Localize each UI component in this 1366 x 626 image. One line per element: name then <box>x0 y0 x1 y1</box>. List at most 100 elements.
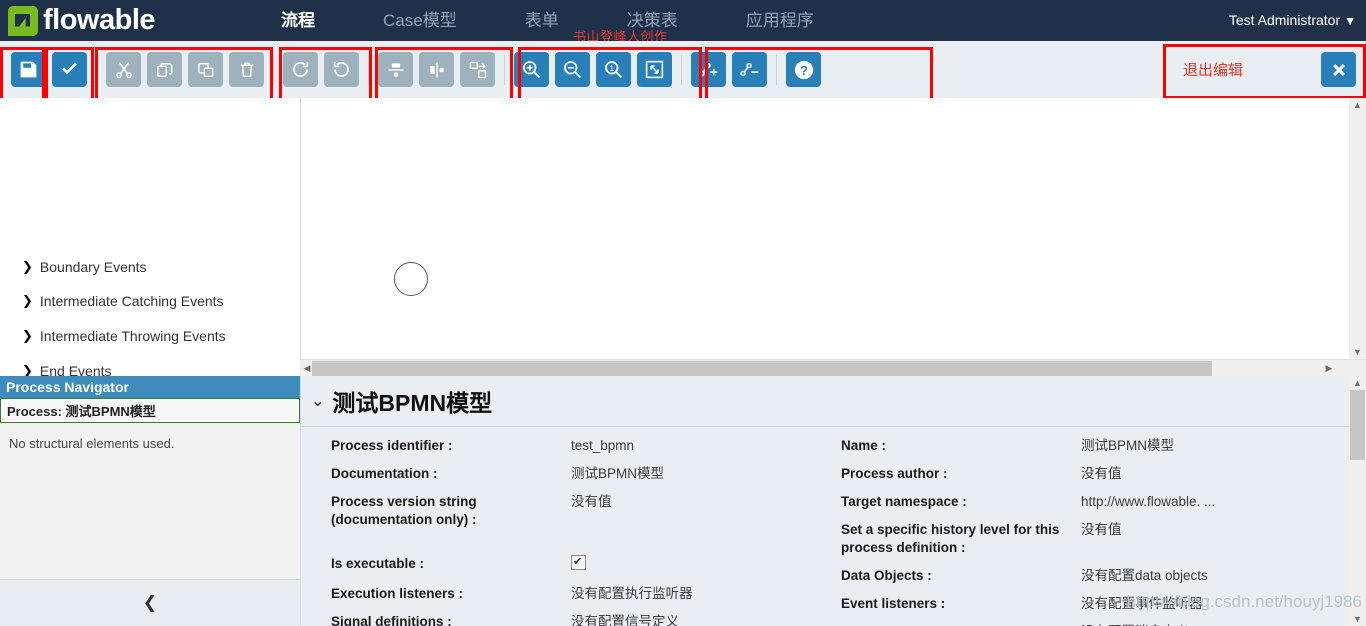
properties-scrollbar[interactable]: ▲ ▼ <box>1349 376 1366 626</box>
property-value[interactable]: test_bpmn <box>571 437 634 455</box>
zoom-actual-button[interactable]: 1 <box>596 52 631 87</box>
cut-button[interactable] <box>106 52 141 87</box>
canvas-horizontal-scroll-thumb[interactable] <box>312 361 1212 376</box>
toolbar-divider <box>368 54 369 85</box>
property-value[interactable]: 没有值 <box>1081 521 1122 557</box>
toolbar-group-zoom: 1 <box>511 52 675 87</box>
property-row: Process identifier : test_bpmn <box>331 437 811 455</box>
property-value[interactable]: 没有值 <box>571 493 612 529</box>
canvas-scroll-right-arrow-icon[interactable]: ▶ <box>1323 360 1335 377</box>
zoom-fit-button[interactable] <box>637 52 672 87</box>
user-name-label: Test Administrator <box>1228 12 1341 28</box>
property-row: Is executable : <box>331 553 811 575</box>
chevron-right-icon: ❯ <box>22 259 33 274</box>
toolbar-divider <box>273 54 274 85</box>
property-label: Target namespace : <box>841 494 967 509</box>
property-label: Process identifier : <box>331 438 453 453</box>
copy-button[interactable] <box>147 52 182 87</box>
close-x-icon <box>1332 63 1345 76</box>
properties-panel: ⌄ 测试BPMN模型 Process identifier : test_bpm… <box>300 376 1366 626</box>
palette-item-end-events[interactable]: ❯ End Events <box>22 363 112 376</box>
validate-model-button[interactable] <box>52 52 87 87</box>
help-button[interactable]: ? <box>786 52 821 87</box>
remove-bendpoint-button[interactable] <box>732 52 767 87</box>
main-nav-items: 流程 Case模型 表单 决策表 应用程序 <box>247 0 848 48</box>
zoom-in-button[interactable] <box>514 52 549 87</box>
align-vertical-button[interactable] <box>378 52 413 87</box>
svg-text:1: 1 <box>610 64 614 73</box>
toolbar-group-align <box>375 52 498 87</box>
properties-header[interactable]: ⌄ 测试BPMN模型 <box>301 376 1366 427</box>
toolbar-group-clipboard <box>103 52 267 87</box>
palette-item-intermediate-catching-events[interactable]: ❯ Intermediate Catching Events <box>22 293 224 309</box>
property-value[interactable]: http://www.flowable. ... <box>1081 493 1215 511</box>
property-label: Process author : <box>841 466 948 481</box>
same-size-button[interactable] <box>460 52 495 87</box>
palette-item-boundary-events[interactable]: ❯ Boundary Events <box>22 259 147 275</box>
property-label: Process version string (documentation on… <box>331 494 477 527</box>
zoom-out-button[interactable] <box>555 52 590 87</box>
close-editor-button[interactable] <box>1321 52 1356 87</box>
user-menu[interactable]: Test Administrator ▼ <box>1229 0 1356 42</box>
property-value[interactable]: 没有值 <box>1081 465 1122 483</box>
flowable-logo[interactable]: flowable <box>8 4 156 37</box>
toolbar-divider <box>681 54 682 85</box>
toolbar-divider <box>776 54 777 85</box>
navigator-process-row[interactable]: Process: 测试BPMN模型 <box>0 398 300 423</box>
toolbar-divider <box>504 54 505 85</box>
properties-scroll-thumb[interactable] <box>1350 390 1365 460</box>
paste-button[interactable] <box>188 52 223 87</box>
undo-button[interactable] <box>324 52 359 87</box>
collapse-panel-button[interactable]: ❮ <box>0 579 300 626</box>
property-value[interactable]: 没有配置data objects <box>1081 567 1208 585</box>
toolbar-group-bendpoint: ? <box>688 52 824 87</box>
property-value[interactable]: 没有配置执行监听器 <box>571 585 693 603</box>
exit-edit-area: 退出编辑 <box>1161 41 1366 98</box>
nav-item-processes[interactable]: 流程 <box>247 0 349 48</box>
canvas-vertical-scrollbar[interactable]: ▲ ▼ <box>1349 98 1366 359</box>
top-navigation-bar: flowable 流程 Case模型 表单 决策表 应用程序 Test Admi… <box>0 0 1366 48</box>
property-row: Execution listeners : 没有配置执行监听器 <box>331 585 811 603</box>
property-value[interactable]: 测试BPMN模型 <box>571 465 664 483</box>
bpmn-canvas[interactable] <box>300 98 1366 376</box>
properties-scroll-down-arrow-icon[interactable]: ▼ <box>1349 612 1366 626</box>
properties-scroll-up-arrow-icon[interactable]: ▲ <box>1349 376 1366 390</box>
nav-item-apps[interactable]: 应用程序 <box>712 0 848 41</box>
property-row: Name : 测试BPMN模型 <box>841 437 1321 455</box>
property-label: Set a specific history level for this pr… <box>841 522 1060 555</box>
palette-item-label: Boundary Events <box>39 259 147 275</box>
exit-edit-label: 退出编辑 <box>1183 62 1244 79</box>
toolbar-group-model <box>8 52 90 87</box>
property-label: Is executable : <box>331 556 425 571</box>
property-value[interactable]: 测试BPMN模型 <box>1081 437 1174 455</box>
chevron-down-icon: ⌄ <box>311 393 325 410</box>
chevron-right-icon: ❯ <box>22 293 33 308</box>
delete-button[interactable] <box>229 52 264 87</box>
align-horizontal-button[interactable] <box>419 52 454 87</box>
save-model-button[interactable] <box>11 52 46 87</box>
grey-watermark-text: https://blog.csdn.net/houyj1986 <box>1126 592 1362 611</box>
start-event-shape[interactable] <box>394 262 428 296</box>
nav-item-case-models[interactable]: Case模型 <box>349 0 491 41</box>
property-label: Signal definitions : <box>331 614 452 626</box>
canvas-scroll-up-arrow-icon[interactable]: ▲ <box>1349 98 1366 112</box>
toolbar-divider <box>96 54 97 85</box>
palette-item-intermediate-throwing-events[interactable]: ❯ Intermediate Throwing Events <box>22 328 226 344</box>
property-row: Signal definitions : 没有配置信号定义 <box>331 613 811 626</box>
properties-title: 测试BPMN模型 <box>332 390 493 416</box>
property-value[interactable]: 没有配置信号定义 <box>571 613 679 626</box>
flowable-logo-mark-icon <box>8 5 38 36</box>
canvas-horizontal-scrollbar[interactable]: ◀ ▶ <box>300 359 1366 377</box>
property-row: Set a specific history level for this pr… <box>841 521 1321 557</box>
process-navigator-title: Process Navigator <box>0 376 300 398</box>
palette-item-label: Intermediate Throwing Events <box>39 328 226 344</box>
toolbar-group-history <box>280 52 362 87</box>
svg-text:?: ? <box>800 62 808 77</box>
property-row: Documentation : 测试BPMN模型 <box>331 465 811 483</box>
property-row: Process version string (documentation on… <box>331 493 811 529</box>
add-bendpoint-button[interactable] <box>691 52 726 87</box>
is-executable-checkbox[interactable] <box>571 553 586 571</box>
property-label: Documentation : <box>331 466 438 481</box>
canvas-scroll-down-arrow-icon[interactable]: ▼ <box>1349 345 1366 359</box>
redo-button[interactable] <box>283 52 318 87</box>
